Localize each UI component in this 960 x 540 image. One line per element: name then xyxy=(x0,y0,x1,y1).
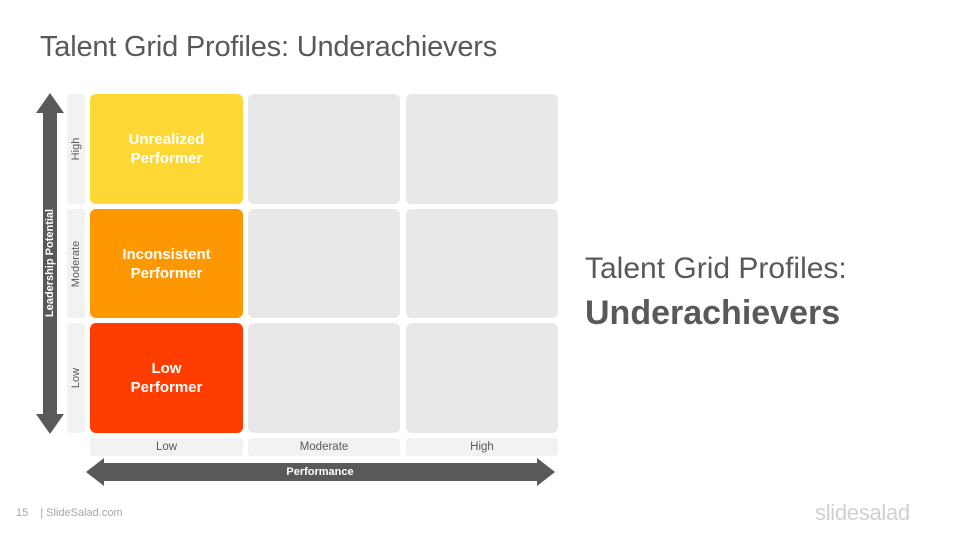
cell-high-moderate xyxy=(248,94,400,204)
cell-inconsistent-performer: Inconsistent Performer xyxy=(90,209,243,318)
y-axis-label: Leadership Potential xyxy=(44,208,56,318)
cell-low-high xyxy=(406,323,558,433)
page-number: 15 xyxy=(16,507,29,519)
cell-moderate-moderate xyxy=(248,209,400,318)
cell-unrealized-performer: Unrealized Performer xyxy=(90,94,243,204)
footer-text: | SlideSalad.com xyxy=(40,507,123,519)
col-label-low: Low xyxy=(90,438,243,456)
x-axis-label: Performance xyxy=(286,466,354,478)
cell-high-high xyxy=(406,94,558,204)
side-title-line1: Talent Grid Profiles: xyxy=(585,252,847,285)
cell-low-performer: Low Performer xyxy=(90,323,243,433)
footer: 15 | SlideSalad.com xyxy=(16,507,123,519)
side-title-line2: Underachievers xyxy=(585,294,841,332)
row-label-moderate: Moderate xyxy=(67,209,85,318)
col-label-high: High xyxy=(406,438,558,456)
slide-title: Talent Grid Profiles: Underachievers xyxy=(40,31,497,63)
cell-low-moderate xyxy=(248,323,400,433)
col-label-moderate: Moderate xyxy=(248,438,400,456)
cell-moderate-high xyxy=(406,209,558,318)
row-label-high: High xyxy=(67,94,85,204)
slidesalad-logo: slidesalad xyxy=(815,500,910,525)
row-label-low: Low xyxy=(67,323,85,433)
side-title: Talent Grid Profiles: Underachievers xyxy=(585,249,847,333)
